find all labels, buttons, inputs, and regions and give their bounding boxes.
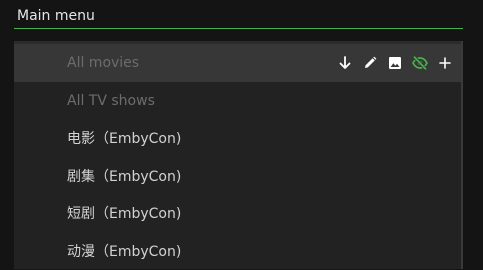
image-icon[interactable] xyxy=(387,55,403,71)
menu-item-movies-embycon[interactable]: 电影（EmbyCon) xyxy=(14,119,461,157)
header: Main menu xyxy=(14,0,463,29)
pencil-icon[interactable] xyxy=(362,55,378,71)
eye-off-icon[interactable] xyxy=(412,55,428,71)
arrow-down-icon[interactable] xyxy=(337,55,353,71)
menu-item-label: All movies xyxy=(67,55,140,71)
menu-item-label: 短剧（EmbyCon) xyxy=(67,206,182,222)
menu-item-label: 剧集（EmbyCon) xyxy=(67,169,182,185)
page-title: Main menu xyxy=(17,8,95,24)
menu-item-label: 动漫（EmbyCon) xyxy=(67,244,182,260)
menu-item-all-tv-shows[interactable]: All TV shows xyxy=(14,82,461,120)
menu-item-label: All TV shows xyxy=(67,93,155,109)
menu-item-shorts-embycon[interactable]: 短剧（EmbyCon) xyxy=(14,194,461,232)
menu-item-series-embycon[interactable]: 剧集（EmbyCon) xyxy=(14,157,461,195)
item-actions xyxy=(337,55,453,71)
menu-panel: All movies All TV shows 电影（EmbyCon) 剧集（E… xyxy=(14,41,463,269)
menu-item-label: 电影（EmbyCon) xyxy=(67,131,182,147)
plus-icon[interactable] xyxy=(437,55,453,71)
menu-item-all-movies[interactable]: All movies xyxy=(14,41,461,82)
menu-item-anime-embycon[interactable]: 动漫（EmbyCon) xyxy=(14,232,461,270)
